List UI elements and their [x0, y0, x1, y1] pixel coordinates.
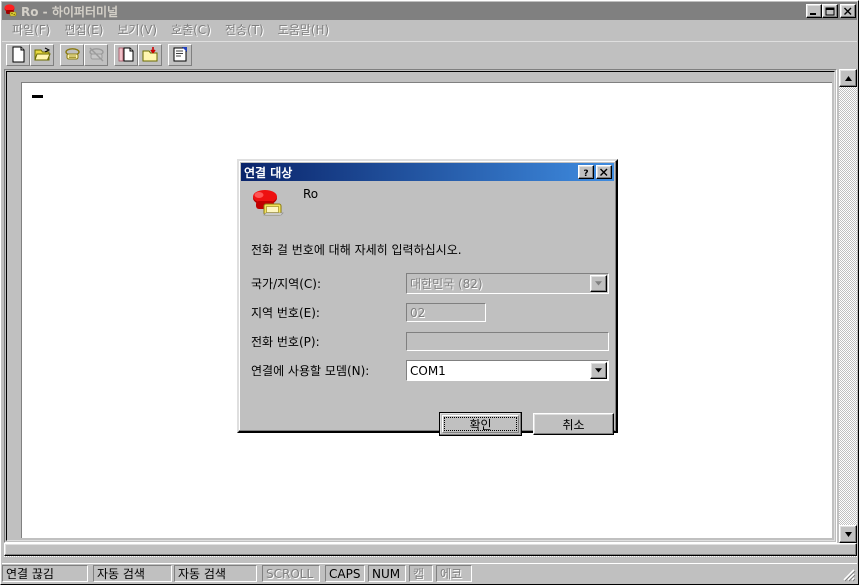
cancel-button-label: 취소 [562, 417, 585, 432]
close-button[interactable] [840, 4, 856, 18]
close-button[interactable] [596, 165, 612, 179]
horizontal-scrollbar-thumb[interactable] [4, 543, 857, 556]
country-region-label: 국가/지역(C): [251, 277, 321, 291]
connection-name: Ro [303, 187, 319, 201]
status-caps: CAPS [325, 565, 365, 582]
area-code-value: 02 [410, 305, 426, 320]
cancel-button[interactable]: 취소 [533, 413, 614, 435]
area-code-label: 지역 번호(E): [251, 306, 320, 320]
new-connection-button[interactable] [6, 43, 30, 66]
call-button[interactable] [60, 43, 84, 66]
chevron-down-icon [590, 275, 607, 292]
window-title: Ro - 하이퍼터미널 [21, 4, 119, 19]
red-telephone-icon [251, 189, 285, 224]
country-region-combobox: 대한민국 (82) [406, 273, 609, 294]
modem-value: COM1 [410, 363, 446, 378]
status-autodetect-2: 자동 검색 [174, 565, 257, 582]
status-num: NUM [368, 565, 406, 582]
country-region-value: 대한민국 (82) [410, 277, 483, 291]
terminal-cursor [32, 95, 43, 98]
toolbar [2, 41, 857, 67]
minimize-button[interactable] [806, 4, 822, 18]
resize-grip[interactable] [840, 566, 856, 582]
status-capture: 캡 [409, 565, 433, 582]
status-scroll: SCROLL [262, 565, 320, 582]
hyperterminal-window: Ro - 하이퍼터미널 파일(F) 편집(E) 보기(V) 호출(C) 전송(T… [0, 0, 859, 585]
dialog-body: Ro 전화 걸 번호에 대해 자세히 입력하십시오. 국가/지역(C): 대한민… [241, 183, 614, 436]
status-autodetect-1: 자동 검색 [93, 565, 172, 582]
ok-button-label: 확인 [469, 417, 492, 432]
menu-edit[interactable]: 편집(E) [57, 19, 110, 41]
connect-to-dialog: 연결 대상 ? Ro 전화 걸 번호에 대해 자세히 입력하십시오. 국가/지역… [237, 159, 618, 436]
dialog-titlebar-buttons: ? [578, 165, 612, 179]
phone-number-row: 전화 번호(P): [251, 331, 609, 352]
horizontal-scrollbar[interactable] [4, 543, 857, 557]
area-code-row: 지역 번호(E): 02 [251, 302, 609, 323]
help-button[interactable]: ? [578, 165, 594, 179]
status-echo: 에코 [436, 565, 472, 582]
vertical-scrollbar-track[interactable] [839, 87, 857, 525]
status-connection: 연결 끊김 [2, 565, 88, 582]
open-button[interactable] [30, 43, 54, 66]
statusbar: 연결 끊김 자동 검색 자동 검색 SCROLL CAPS NUM 캡 에코 [2, 563, 857, 583]
modem-combobox[interactable]: COM1 [406, 360, 609, 381]
hyperterminal-phone-icon [3, 3, 19, 19]
properties-button[interactable] [168, 43, 192, 66]
status-filler [473, 565, 856, 582]
menu-help[interactable]: 도움말(H) [271, 19, 337, 41]
maximize-button[interactable] [822, 4, 838, 18]
modem-label: 연결에 사용할 모뎀(N): [251, 364, 370, 378]
menu-transfer[interactable]: 전송(T) [218, 19, 271, 41]
phone-number-input [406, 332, 609, 351]
menu-file[interactable]: 파일(F) [5, 19, 57, 41]
dialog-instruction: 전화 걸 번호에 대해 자세히 입력하십시오. [251, 243, 462, 257]
phone-number-label: 전화 번호(P): [251, 335, 320, 349]
ok-button[interactable]: 확인 [439, 412, 522, 436]
modem-row: 연결에 사용할 모뎀(N): COM1 [251, 360, 609, 381]
menu-call[interactable]: 호출(C) [164, 19, 218, 41]
window-titlebar[interactable]: Ro - 하이퍼터미널 [2, 2, 857, 20]
menu-view[interactable]: 보기(V) [110, 19, 164, 41]
connection-identity: Ro [251, 187, 319, 216]
disconnect-button [84, 43, 108, 66]
window-controls [806, 4, 856, 18]
vertical-scrollbar[interactable] [839, 69, 857, 543]
area-code-input: 02 [406, 303, 486, 322]
svg-text:?: ? [583, 169, 588, 177]
scroll-down-button[interactable] [839, 525, 857, 543]
scroll-up-button[interactable] [839, 69, 857, 87]
chevron-down-icon[interactable] [590, 362, 607, 379]
country-region-row: 국가/지역(C): 대한민국 (82) [251, 273, 609, 294]
send-file-button[interactable] [114, 43, 138, 66]
receive-file-button[interactable] [138, 43, 162, 66]
dialog-title: 연결 대상 [244, 165, 293, 180]
menubar: 파일(F) 편집(E) 보기(V) 호출(C) 전송(T) 도움말(H) [2, 21, 857, 40]
dialog-titlebar[interactable]: 연결 대상 ? [241, 163, 614, 181]
